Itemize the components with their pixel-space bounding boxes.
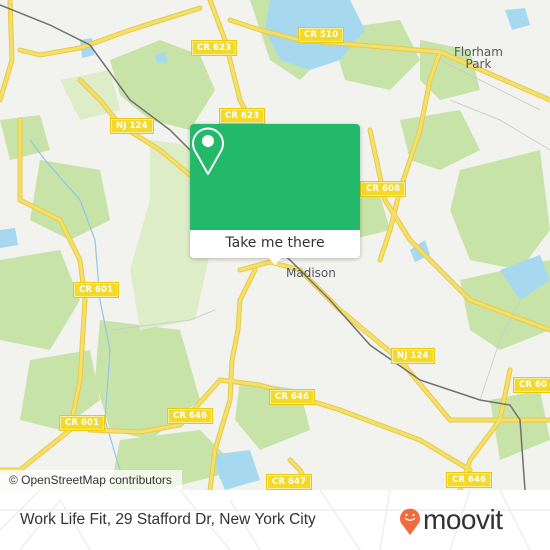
road-shield-cr646: CR 646 xyxy=(166,408,214,424)
location-title: Work Life Fit, 29 Stafford Dr, New York … xyxy=(20,511,316,528)
road-shield-cr601: CR 601 xyxy=(58,415,106,431)
road-shield-cr647: CR 647 xyxy=(265,474,313,490)
road-shield-cr608: CR 608 xyxy=(359,181,407,197)
destination-popup: Take me there xyxy=(190,124,360,265)
map-view[interactable]: Florham Park Madison CR 623 CR 510 CR 62… xyxy=(0,0,550,490)
road-shield-nj124: NJ 124 xyxy=(110,118,154,134)
road-shield-cr60: CR 60 xyxy=(512,377,550,393)
popup-header xyxy=(190,124,360,230)
moovit-pin-icon xyxy=(400,508,420,535)
moovit-wordmark: moovit xyxy=(423,504,503,535)
place-label-madison: Madison xyxy=(286,266,336,280)
road-shield-cr510: CR 510 xyxy=(297,27,345,43)
footer-bar: Work Life Fit, 29 Stafford Dr, New York … xyxy=(0,490,550,550)
road-shield-cr646: CR 646 xyxy=(445,472,493,488)
road-shield-cr623: CR 623 xyxy=(190,40,238,56)
road-shield-nj124: NJ 124 xyxy=(391,348,435,364)
take-me-there-button[interactable]: Take me there xyxy=(190,230,360,258)
moovit-map-card: Florham Park Madison CR 623 CR 510 CR 62… xyxy=(0,0,550,550)
map-pin-icon xyxy=(192,127,224,175)
road-shield-cr601: CR 601 xyxy=(72,282,120,298)
popup-pointer xyxy=(268,257,282,265)
road-shield-cr646: CR 646 xyxy=(268,389,316,405)
road-shield-cr623: CR 623 xyxy=(218,108,266,124)
place-label-florham-park: Florham Park xyxy=(454,45,503,71)
map-attribution[interactable]: © OpenStreetMap contributors xyxy=(0,470,182,490)
